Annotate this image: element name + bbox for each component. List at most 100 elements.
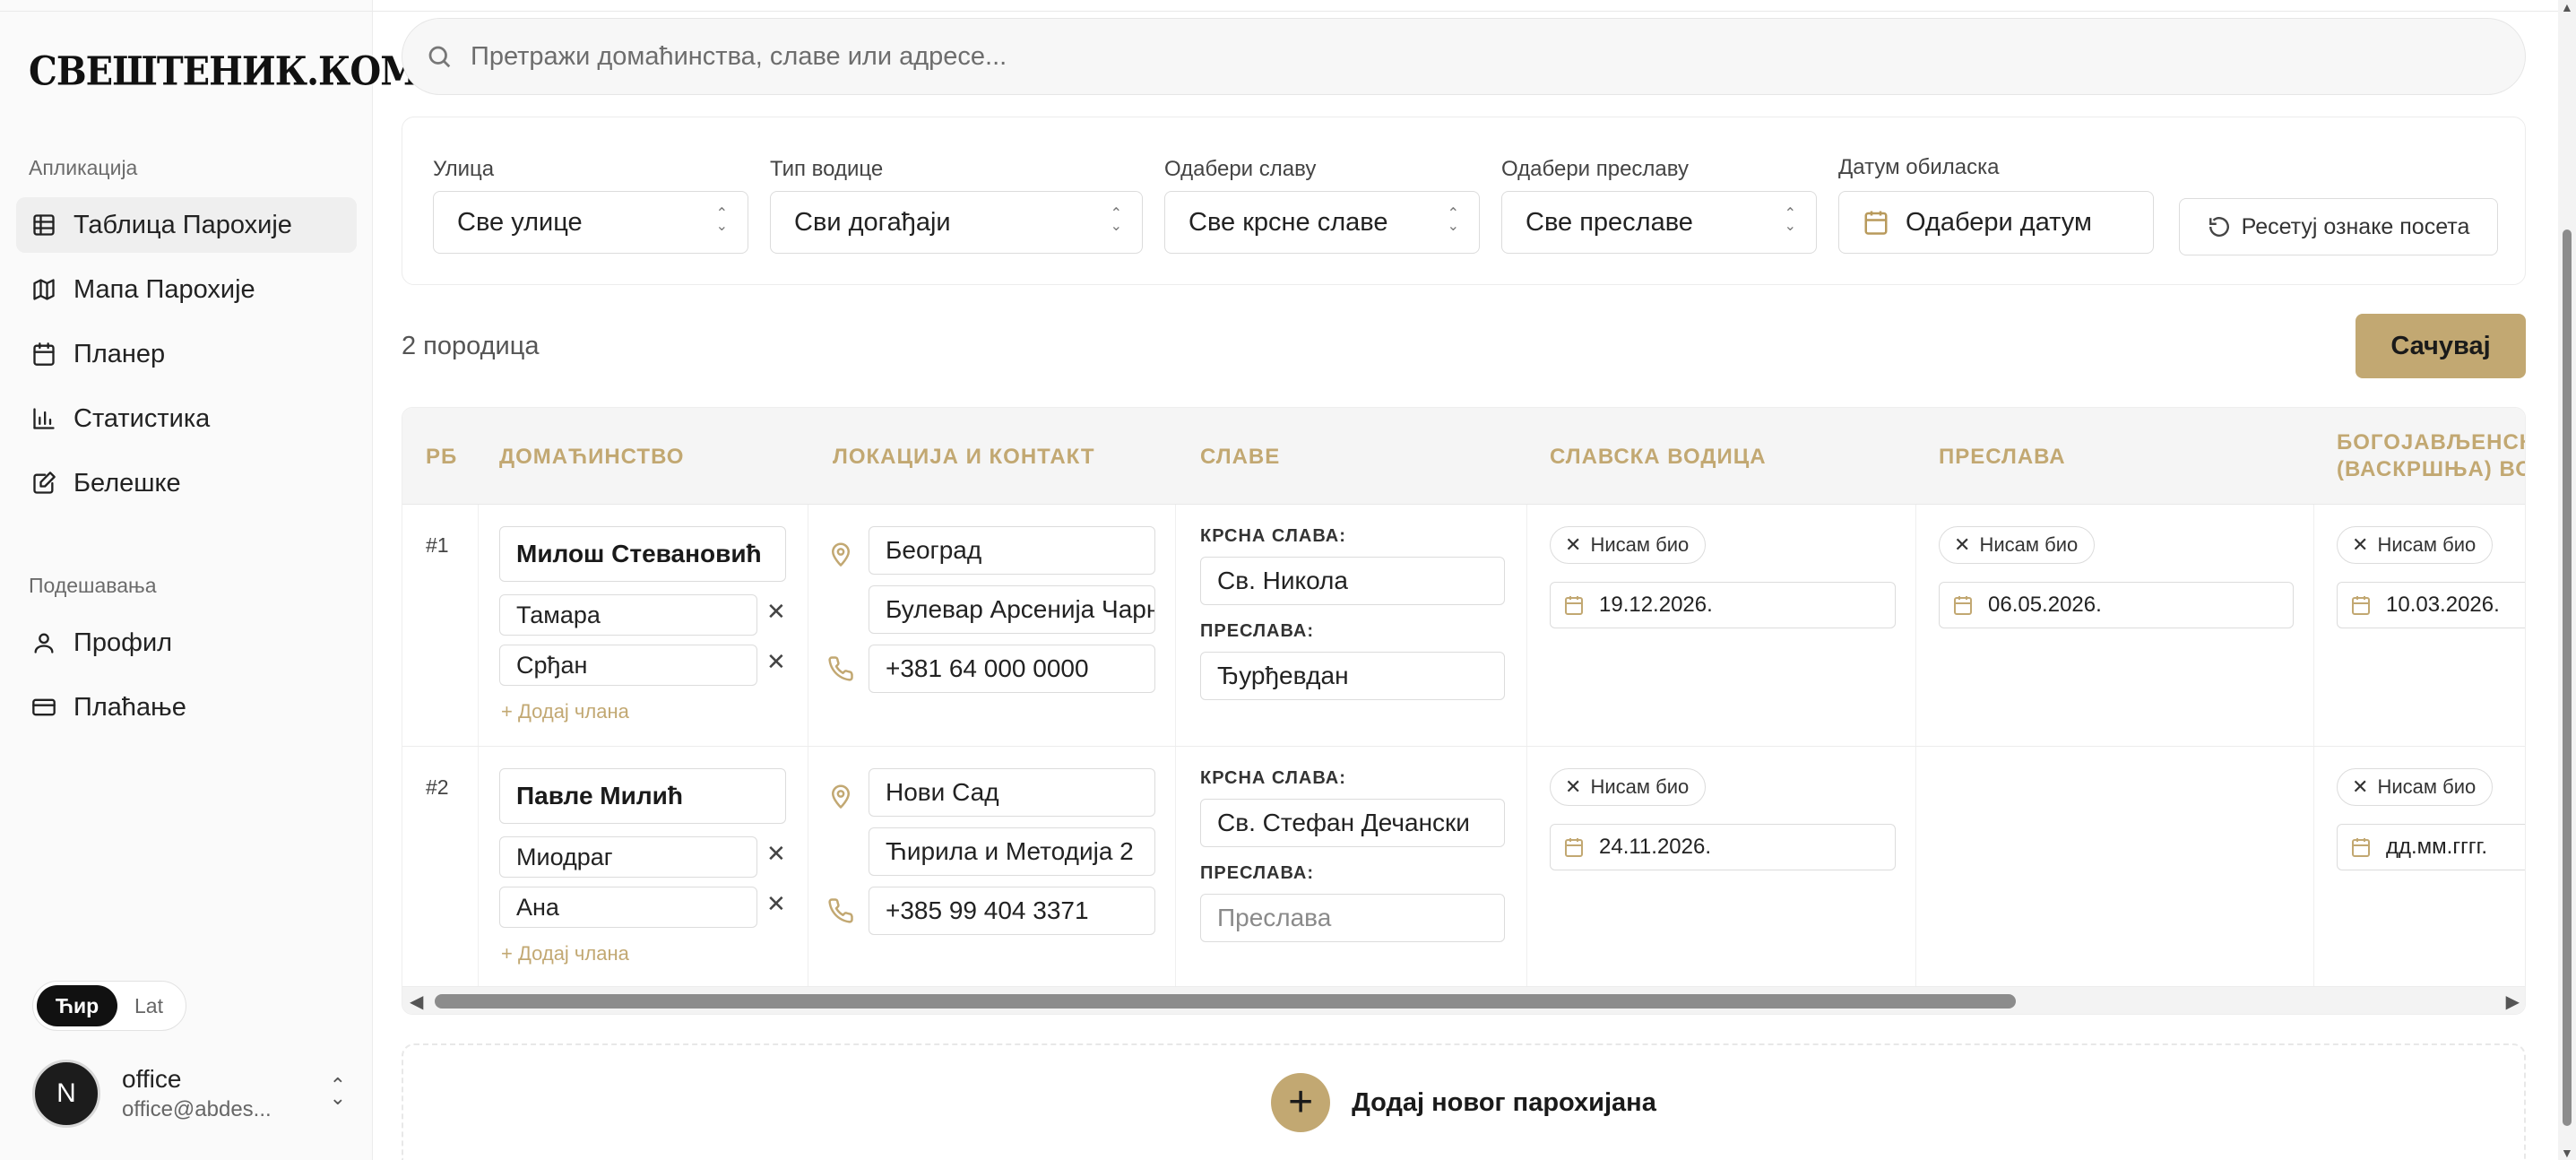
sidebar-item-payment[interactable]: Плаћање [16, 680, 357, 735]
column-header-preslava: ПРЕСЛАВА [1939, 445, 2066, 469]
app-logo[interactable]: СВЕШТЕНИК.КОМ [29, 48, 420, 95]
remove-member-icon[interactable]: ✕ [766, 890, 786, 918]
preslava-label: ПРЕСЛАВА: [1200, 621, 1315, 641]
map-icon [30, 276, 57, 303]
parish-table: РБ ДОМАЋИНСТВО ЛОКАЦИЈА И КОНТАКТ СЛАВЕ … [402, 407, 2526, 1015]
sidebar-item-label: Статистика [73, 403, 211, 433]
sidebar-section-app: Апликација [29, 156, 138, 179]
scroll-up-icon[interactable]: ▲ [2561, 0, 2573, 14]
visit-status-toggle[interactable]: ✕ Нисам био [1550, 526, 1707, 564]
sidebar-item-label: Мапа Парохије [73, 274, 255, 304]
x-icon: ✕ [1565, 533, 1582, 556]
lang-latin-option[interactable]: Lat [117, 985, 180, 1026]
horizontal-scrollbar-thumb[interactable] [435, 994, 2016, 1009]
top-divider [0, 11, 2576, 12]
plus-icon: + [1271, 1073, 1331, 1132]
slava-filter-label: Одабери славу [1164, 157, 1317, 181]
remove-member-icon[interactable]: ✕ [766, 598, 786, 626]
chevrons-up-down-icon: ⌃ ⌄ [1784, 206, 1796, 234]
save-button[interactable]: Сачувај [2356, 314, 2526, 378]
slava-water-date[interactable]: 19.12.2026. [1550, 582, 1896, 628]
krsna-slava-input[interactable]: Св. Стефан Дечански [1200, 799, 1505, 847]
column-header-slave: СЛАВЕ [1200, 445, 1281, 469]
water-type-select[interactable]: Сви догађаји ⌃ ⌄ [770, 191, 1143, 254]
remove-member-icon[interactable]: ✕ [766, 648, 786, 676]
map-pin-icon [827, 541, 854, 567]
visit-status-toggle[interactable]: ✕ Нисам био [1939, 526, 2096, 564]
calendar-icon [30, 341, 57, 368]
reset-visit-marks-button[interactable]: Ресетуј ознаке посета [2179, 198, 2498, 255]
scroll-left-icon[interactable]: ◀ [410, 991, 423, 1013]
member-input[interactable]: Ана [499, 887, 757, 928]
krsna-slava-label: КРСНА СЛАВА: [1200, 526, 1346, 546]
phone-input[interactable]: +381 64 000 0000 [869, 645, 1155, 693]
bar-chart-icon [30, 405, 57, 432]
search-input[interactable] [471, 41, 2263, 72]
epiphany-water-date[interactable]: дд.мм.гггг. [2337, 824, 2525, 870]
preslava-date[interactable]: 06.05.2026. [1939, 582, 2294, 628]
vertical-scrollbar-thumb[interactable] [2563, 229, 2572, 1126]
calendar-icon [2352, 596, 2370, 615]
member-input[interactable]: Миодраг [499, 836, 757, 878]
household-head-input[interactable]: Павле Милић [499, 768, 786, 824]
preslava-select-value: Све преславе [1526, 207, 1693, 237]
calendar-icon [1565, 838, 1583, 857]
sidebar-item-parish-table[interactable]: Таблица Парохије [16, 197, 357, 253]
lang-cyrillic-option[interactable]: Ћир [37, 985, 117, 1026]
preslava-input[interactable]: Преслава [1200, 894, 1505, 942]
chevrons-up-down-icon[interactable]: ⌃ ⌄ [330, 1076, 346, 1108]
sidebar-item-statistics[interactable]: Статистика [16, 391, 357, 446]
visit-date-filter-label: Датум обиласка [1838, 155, 2000, 179]
vertical-scrollbar[interactable]: ▲ ▼ [2558, 0, 2576, 1160]
preslava-input[interactable]: Ђурђевдан [1200, 652, 1505, 700]
visit-status-toggle[interactable]: ✕ Нисам био [2337, 768, 2494, 806]
scroll-right-icon[interactable]: ▶ [2506, 991, 2520, 1013]
slava-select[interactable]: Све крсне славе ⌃ ⌄ [1164, 191, 1480, 254]
sidebar-item-label: Белешке [73, 468, 181, 498]
user-name: office [122, 1065, 182, 1093]
member-input[interactable]: Срђан [499, 645, 757, 686]
chevrons-up-down-icon: ⌃ ⌄ [715, 206, 728, 234]
add-parishioner-button[interactable]: + Додај новог парохијана [402, 1043, 2526, 1160]
slava-water-date[interactable]: 24.11.2026. [1550, 824, 1896, 870]
sidebar-item-planner[interactable]: Планер [16, 326, 357, 382]
table-header: РБ ДОМАЋИНСТВО ЛОКАЦИЈА И КОНТАКТ СЛАВЕ … [402, 408, 2526, 505]
visit-status-toggle[interactable]: ✕ Нисам био [2337, 526, 2494, 564]
preslava-select[interactable]: Све преславе ⌃ ⌄ [1501, 191, 1817, 254]
street-filter-label: Улица [433, 157, 495, 181]
street-select[interactable]: Све улице ⌃ ⌄ [433, 191, 748, 254]
remove-member-icon[interactable]: ✕ [766, 840, 786, 868]
member-input[interactable]: Тамара [499, 594, 757, 636]
sidebar-item-profile[interactable]: Профил [16, 615, 357, 671]
add-member-link[interactable]: + Додај члана [501, 942, 629, 965]
address-input[interactable]: Ћирила и Методија 2 [869, 827, 1155, 876]
visit-date-value: Одабери датум [1906, 207, 2092, 237]
water-type-filter-label: Тип водице [770, 157, 884, 181]
horizontal-scrollbar[interactable]: ◀ ▶ [402, 987, 2525, 1014]
sidebar-item-parish-map[interactable]: Мапа Парохије [16, 262, 357, 317]
chevrons-up-down-icon: ⌃ ⌄ [1110, 206, 1122, 234]
x-icon: ✕ [1954, 533, 1971, 556]
krsna-slava-input[interactable]: Св. Никола [1200, 557, 1505, 605]
visit-status-toggle[interactable]: ✕ Нисам био [1550, 768, 1707, 806]
add-parishioner-label: Додај новог парохијана [1352, 1087, 1656, 1117]
visit-status-label: Нисам био [1590, 775, 1690, 798]
search-bar [402, 18, 2526, 95]
epiphany-water-date-value: дд.мм.гггг. [2386, 835, 2488, 859]
preslava-date-value: 06.05.2026. [1988, 593, 2102, 617]
city-input[interactable]: Нови Сад [869, 768, 1155, 817]
water-type-select-value: Сви догађаји [794, 207, 951, 237]
phone-input[interactable]: +385 99 404 3371 [869, 887, 1155, 935]
sidebar-item-notes[interactable]: Белешке [16, 455, 357, 511]
user-menu[interactable]: N office office@abdes... ⌃ ⌄ [32, 1056, 346, 1131]
scroll-down-icon[interactable]: ▼ [2561, 1146, 2573, 1160]
household-head-input[interactable]: Милош Стевановић [499, 526, 786, 582]
column-header-epiphany-line2: (ВАСКРШЊА) ВО [2337, 457, 2526, 481]
add-member-link[interactable]: + Додај члана [501, 700, 629, 723]
visit-date-picker[interactable]: Одабери датум [1838, 191, 2154, 254]
sidebar-item-label: Таблица Парохије [73, 210, 292, 239]
city-input[interactable]: Београд [869, 526, 1155, 575]
address-input[interactable]: Булевар Арсенија Чарнојевића [869, 585, 1155, 634]
user-email: office@abdes... [122, 1097, 272, 1121]
epiphany-water-date[interactable]: 10.03.2026. [2337, 582, 2525, 628]
